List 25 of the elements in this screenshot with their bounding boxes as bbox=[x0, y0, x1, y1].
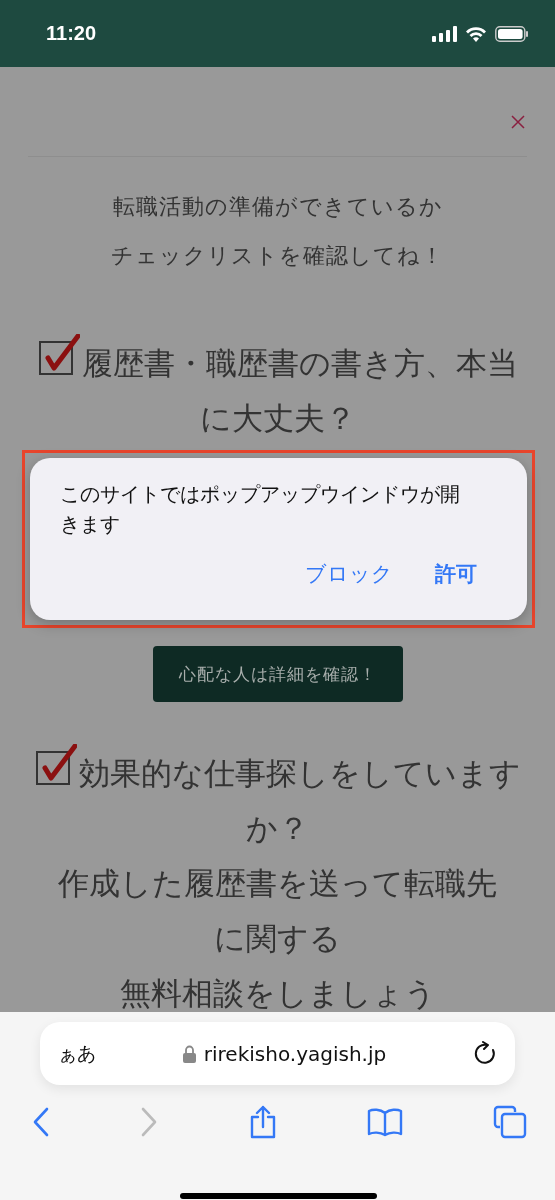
details-button[interactable]: 心配な人は詳細を確認！ bbox=[152, 646, 403, 702]
forward-icon bbox=[140, 1107, 159, 1137]
heading-line: チェックリストを確認してね！ bbox=[110, 242, 445, 270]
address-bar[interactable]: ぁあ rirekisho.yagish.jp bbox=[40, 1022, 515, 1085]
block-button[interactable]: ブロック bbox=[305, 560, 393, 588]
text-size-button[interactable]: ぁあ bbox=[58, 1040, 96, 1067]
book-icon bbox=[366, 1107, 403, 1137]
share-icon bbox=[248, 1105, 277, 1139]
checklist-title: 履歴書・職歴書の書き方、本当に大丈夫？ bbox=[30, 334, 525, 446]
url-text: rirekisho.yagish.jp bbox=[203, 1041, 387, 1066]
clock-time: 11:20 bbox=[46, 22, 98, 45]
wifi-icon bbox=[465, 25, 487, 42]
reload-icon[interactable] bbox=[473, 1040, 497, 1067]
checklist-title: 効果的な仕事探しをしていますか？ bbox=[30, 744, 525, 856]
battery-icon bbox=[495, 25, 529, 42]
signal-icon bbox=[432, 25, 457, 42]
tabs-icon bbox=[493, 1105, 527, 1139]
body-text: 作成した履歴書を送って転職先に関する bbox=[57, 864, 498, 958]
allow-button[interactable]: 許可 bbox=[435, 560, 477, 588]
lock-icon bbox=[182, 1044, 196, 1063]
body-text: 無料相談をしましょう bbox=[118, 974, 437, 1012]
back-icon bbox=[32, 1107, 50, 1137]
popup-message: このサイトではポップアップウインドウが開きます bbox=[60, 482, 461, 538]
close-icon[interactable] bbox=[511, 115, 525, 129]
heading-line: 転職活動の準備ができているか bbox=[111, 193, 444, 221]
